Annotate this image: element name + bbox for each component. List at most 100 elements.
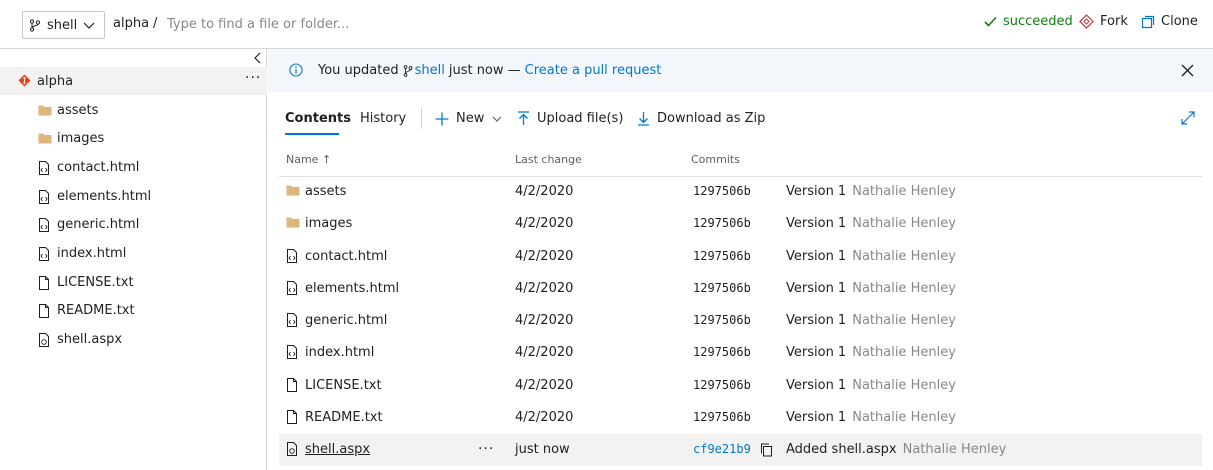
repo-icon (18, 74, 31, 87)
tree-item-readme-txt[interactable]: README.txt (0, 297, 267, 325)
path-search-input[interactable] (163, 11, 463, 37)
column-header-commits: Commits (691, 153, 740, 166)
fork-icon (1079, 14, 1094, 29)
collapse-sidebar-icon[interactable] (253, 52, 263, 64)
commit-hash-link[interactable]: 1297506b (693, 281, 751, 295)
tree-item-shell-aspx[interactable]: shell.aspx (0, 326, 267, 354)
branch-icon (403, 64, 412, 77)
table-row[interactable]: index.html 4/2/2020 1297506b Version 1 Na… (279, 337, 1202, 369)
commit-author: Nathalie Henley (852, 216, 956, 231)
breadcrumb-repo[interactable]: alpha (113, 16, 149, 31)
table-row[interactable]: generic.html 4/2/2020 1297506b Version 1… (279, 305, 1202, 337)
new-label: New (456, 111, 485, 126)
tab-history[interactable]: History (360, 111, 406, 126)
sort-ascending-icon: ↑ (321, 153, 332, 166)
tree-item-label: README.txt (57, 303, 135, 318)
column-name-label: Name (286, 153, 319, 166)
file-name-link[interactable]: generic.html (305, 313, 387, 328)
code-file-icon (39, 161, 49, 175)
build-status[interactable]: succeeded (984, 14, 1073, 29)
code-file-icon (39, 218, 49, 232)
more-actions-icon[interactable]: ··· (245, 70, 261, 86)
file-name-link[interactable]: README.txt (305, 410, 383, 425)
table-row[interactable]: README.txt 4/2/2020 1297506b Version 1 Na… (279, 402, 1202, 434)
file-name-link[interactable]: index.html (305, 345, 374, 360)
banner-branch-link[interactable]: shell (403, 63, 445, 78)
tree-item-generic-html[interactable]: generic.html (0, 211, 267, 239)
active-tab-indicator (285, 133, 339, 135)
file-name-link[interactable]: elements.html (305, 281, 399, 296)
last-change-date: 4/2/2020 (515, 216, 574, 231)
new-button[interactable]: New (435, 111, 509, 126)
tree-item-label: assets (57, 103, 99, 118)
more-actions-icon[interactable]: ··· (478, 441, 494, 457)
commit-hash-link[interactable]: cf9e21b9 (693, 442, 751, 456)
file-name-link[interactable]: shell.aspx (305, 442, 370, 457)
table-row[interactable]: LICENSE.txt 4/2/2020 1297506b Version 1 N… (279, 370, 1202, 402)
column-header-last-change: Last change (515, 153, 582, 166)
tree-item-index-html[interactable]: index.html (0, 240, 267, 268)
tab-contents[interactable]: Contents (285, 111, 351, 126)
tree-item-images[interactable]: images (0, 125, 267, 153)
plus-icon (435, 112, 449, 125)
commit-author: Nathalie Henley (852, 184, 956, 199)
create-pull-request-link[interactable]: Create a pull request (525, 63, 662, 78)
file-name-link[interactable]: LICENSE.txt (305, 378, 382, 393)
download-zip-button[interactable]: Download as Zip (637, 111, 765, 126)
commit-author: Nathalie Henley (852, 281, 956, 296)
code-file-icon (287, 249, 297, 263)
last-change-date: 4/2/2020 (515, 345, 574, 360)
file-name-link[interactable]: contact.html (305, 249, 387, 264)
tree-item-label: images (57, 131, 105, 146)
code-file-icon (287, 281, 297, 295)
code-file-icon (39, 333, 49, 347)
commit-hash-link[interactable]: 1297506b (693, 184, 751, 198)
file-name-link[interactable]: images (305, 216, 352, 231)
commit-message: Version 1 Nathalie Henley (786, 249, 956, 264)
tree-item-elements-html[interactable]: elements.html (0, 183, 267, 211)
table-row[interactable]: elements.html 4/2/2020 1297506b Version … (279, 273, 1202, 305)
banner-message: You updated shell just now — Create a pu… (318, 63, 661, 78)
check-icon (984, 16, 997, 27)
branch-name: shell (47, 17, 78, 33)
banner-branch-name: shell (414, 63, 445, 78)
table-row[interactable]: assets 4/2/2020 1297506b Version 1 Nathal… (279, 176, 1202, 208)
last-change-date: 4/2/2020 (515, 313, 574, 328)
file-tree-sidebar: alpha ··· assets images contact.html ele… (0, 49, 267, 470)
table-row[interactable]: images 4/2/2020 1297506b Version 1 Nathal… (279, 208, 1202, 240)
file-name-link[interactable]: assets (305, 184, 346, 199)
commit-hash-link[interactable]: 1297506b (693, 249, 751, 263)
upload-icon (518, 111, 529, 125)
commit-hash-link[interactable]: 1297506b (693, 345, 751, 359)
commit-author: Nathalie Henley (852, 410, 956, 425)
table-row[interactable]: shell.aspx ··· just now cf9e21b9 Added s… (279, 434, 1202, 466)
tree-item-label: elements.html (57, 189, 152, 204)
tree-item-license-txt[interactable]: LICENSE.txt (0, 269, 267, 297)
branch-selector[interactable]: shell (22, 11, 105, 39)
copy-icon[interactable] (760, 443, 773, 457)
build-status-label: succeeded (1003, 14, 1073, 29)
file-icon (39, 276, 49, 290)
commit-message: Version 1 Nathalie Henley (786, 345, 956, 360)
upload-files-button[interactable]: Upload file(s) (517, 111, 623, 126)
commit-message: Version 1 Nathalie Henley (786, 184, 956, 199)
clone-button[interactable]: Clone (1141, 14, 1198, 29)
last-change-date: 4/2/2020 (515, 410, 574, 425)
fork-button[interactable]: Fork (1079, 14, 1128, 29)
last-change-date: 4/2/2020 (515, 184, 574, 199)
toolbar: Contents History New Upload file(s) Down… (268, 101, 1213, 141)
commit-hash-link[interactable]: 1297506b (693, 216, 751, 230)
commit-message: Version 1 Nathalie Henley (786, 410, 956, 425)
tree-root-repo[interactable]: alpha ··· (0, 67, 267, 95)
last-change-date: 4/2/2020 (515, 378, 574, 393)
tree-item-contact-html[interactable]: contact.html (0, 154, 267, 182)
commit-hash-link[interactable]: 1297506b (693, 378, 751, 392)
close-icon[interactable] (1181, 64, 1194, 77)
column-header-name[interactable]: Name ↑ (286, 153, 331, 166)
commit-hash-link[interactable]: 1297506b (693, 313, 751, 327)
commit-hash-link[interactable]: 1297506b (693, 410, 751, 424)
table-row[interactable]: contact.html 4/2/2020 1297506b Version 1… (279, 241, 1202, 273)
main-content: You updated shell just now — Create a pu… (268, 49, 1213, 470)
tree-item-assets[interactable]: assets (0, 97, 267, 125)
expand-icon[interactable] (1181, 111, 1195, 125)
